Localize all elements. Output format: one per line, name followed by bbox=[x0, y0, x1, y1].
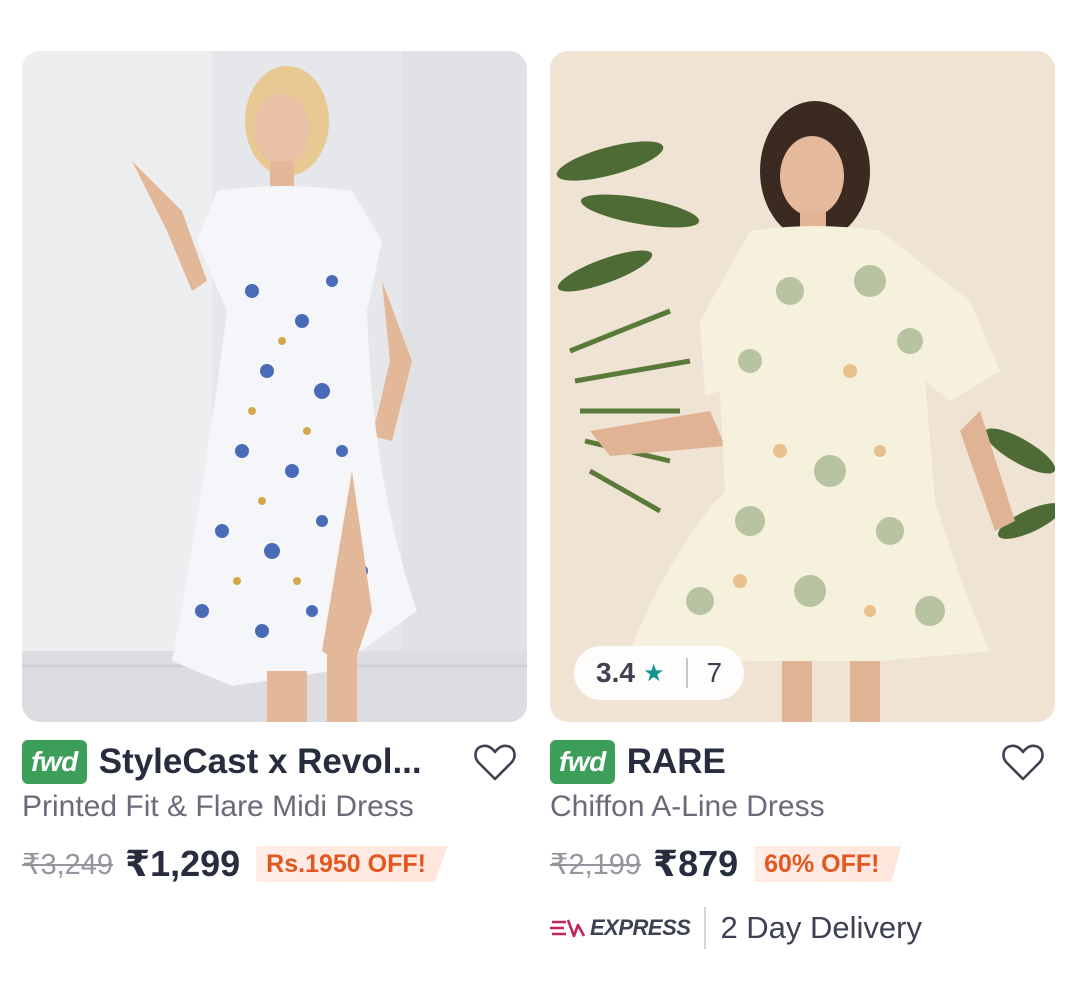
price-row: ₹2,199 ₹879 60% OFF! bbox=[550, 843, 1055, 884]
title-row: fwd StyleCast x Revol... bbox=[22, 738, 527, 786]
discount-tag: 60% OFF! bbox=[754, 846, 902, 882]
product-photo-illustration bbox=[550, 51, 1055, 722]
brand-name: RARE bbox=[626, 742, 726, 781]
delivery-row: EXPRESS 2 Day Delivery bbox=[550, 906, 1055, 950]
heart-icon[interactable] bbox=[999, 738, 1047, 786]
express-label: EXPRESS bbox=[590, 915, 691, 940]
product-name: Printed Fit & Flare Midi Dress bbox=[22, 790, 414, 823]
title-row: fwd RARE bbox=[550, 738, 1055, 786]
mrp-price: ₹3,249 bbox=[22, 848, 114, 881]
product-card[interactable]: fwd StyleCast x Revol... Printed Fit & F… bbox=[22, 51, 527, 884]
selling-price: ₹1,299 bbox=[125, 843, 241, 884]
discount-tag: Rs.1950 OFF! bbox=[256, 846, 448, 882]
product-name: Chiffon A-Line Dress bbox=[550, 790, 825, 823]
product-grid: fwd StyleCast x Revol... Printed Fit & F… bbox=[0, 0, 1080, 981]
product-image[interactable] bbox=[22, 51, 527, 722]
rating-value: 3.4 bbox=[596, 657, 635, 688]
rating-pill: 3.4 ★ 7 bbox=[574, 646, 745, 700]
selling-price: ₹879 bbox=[653, 843, 739, 884]
delivery-divider bbox=[704, 907, 707, 949]
mrp-price: ₹2,199 bbox=[550, 848, 642, 881]
product-photo-illustration bbox=[22, 51, 527, 722]
star-icon: ★ bbox=[642, 659, 665, 687]
express-badge: EXPRESS bbox=[550, 915, 691, 941]
rating-count: 7 bbox=[706, 657, 723, 688]
product-card[interactable]: 3.4 ★ 7 fwd RARE Chiffon A-Line Dress ₹2… bbox=[550, 51, 1055, 950]
fwd-badge: fwd bbox=[22, 740, 87, 784]
heart-icon[interactable] bbox=[471, 738, 519, 786]
product-image[interactable]: 3.4 ★ 7 bbox=[550, 51, 1055, 722]
delivery-text: 2 Day Delivery bbox=[720, 910, 922, 945]
price-row: ₹3,249 ₹1,299 Rs.1950 OFF! bbox=[22, 843, 527, 884]
brand-name: StyleCast x Revol... bbox=[98, 742, 422, 781]
fwd-badge: fwd bbox=[550, 740, 615, 784]
express-icon bbox=[550, 919, 586, 938]
rating-divider bbox=[686, 658, 689, 688]
